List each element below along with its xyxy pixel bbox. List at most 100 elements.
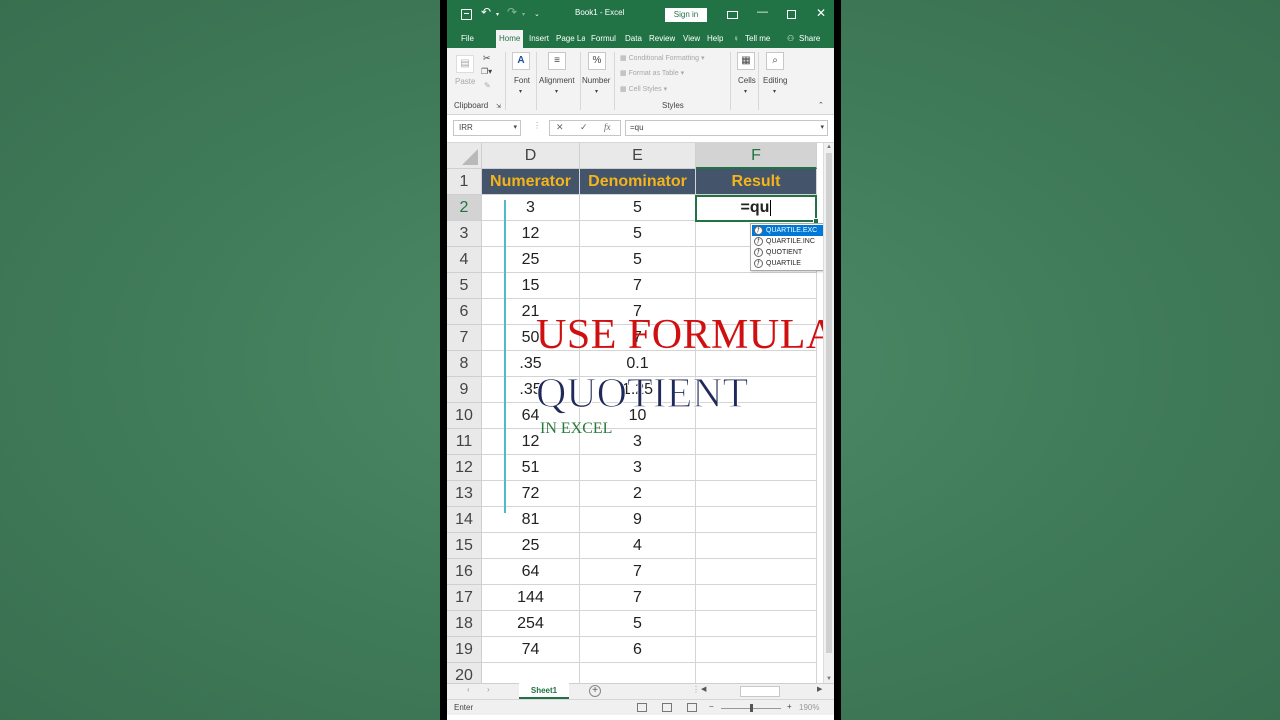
conditional-formatting-button[interactable]: ▦ Conditional Formatting ▾ bbox=[620, 54, 704, 62]
tab-help[interactable]: Help bbox=[707, 30, 723, 48]
cell-f16[interactable] bbox=[696, 559, 817, 585]
maximize-icon[interactable] bbox=[787, 10, 796, 19]
scroll-thumb[interactable] bbox=[826, 153, 832, 653]
row-header[interactable]: 3 bbox=[447, 221, 482, 247]
enter-check-icon[interactable]: ✓ bbox=[580, 122, 588, 133]
cell-f15[interactable] bbox=[696, 533, 817, 559]
cell-f18[interactable] bbox=[696, 611, 817, 637]
cells-dropdown-icon[interactable]: ▾ bbox=[744, 88, 747, 95]
zoom-out-icon[interactable]: − bbox=[709, 702, 714, 711]
row-header[interactable]: 5 bbox=[447, 273, 482, 299]
alignment-icon[interactable]: ≡ bbox=[548, 52, 566, 70]
row-header[interactable]: 6 bbox=[447, 299, 482, 325]
editing-button[interactable]: Editing bbox=[763, 76, 787, 85]
cell-e5[interactable]: 7 bbox=[580, 273, 696, 299]
cells-icon[interactable]: ▦ bbox=[737, 52, 755, 70]
row-header[interactable]: 19 bbox=[447, 637, 482, 663]
scroll-left-icon[interactable]: ◀ bbox=[701, 685, 706, 693]
zoom-slider-thumb[interactable] bbox=[750, 704, 753, 712]
scroll-up-icon[interactable]: ▲ bbox=[826, 144, 832, 150]
font-dropdown-icon[interactable]: ▾ bbox=[519, 88, 522, 95]
save-icon[interactable] bbox=[461, 9, 472, 20]
person-icon[interactable]: ⚇ bbox=[787, 30, 794, 48]
cell-e2[interactable]: 5 bbox=[580, 195, 696, 221]
column-header-d[interactable]: D bbox=[482, 143, 580, 169]
cell-f1[interactable]: Result bbox=[696, 169, 817, 195]
cell-d5[interactable]: 15 bbox=[482, 273, 580, 299]
tab-review[interactable]: Review bbox=[649, 30, 675, 48]
cut-icon[interactable]: ✂ bbox=[483, 53, 491, 64]
alignment-dropdown-icon[interactable]: ▾ bbox=[555, 88, 558, 95]
autocomplete-item[interactable]: ƒ QUARTILE bbox=[752, 258, 826, 269]
row-header[interactable]: 8 bbox=[447, 351, 482, 377]
alignment-button[interactable]: Alignment bbox=[539, 76, 575, 85]
row-header[interactable]: 16 bbox=[447, 559, 482, 585]
cell-e4[interactable]: 5 bbox=[580, 247, 696, 273]
row-header[interactable]: 1 bbox=[447, 169, 482, 195]
cell-e18[interactable]: 5 bbox=[580, 611, 696, 637]
font-button[interactable]: Font bbox=[514, 76, 530, 85]
tell-me-search[interactable]: Tell me bbox=[745, 30, 770, 48]
cell-f17[interactable] bbox=[696, 585, 817, 611]
undo-dropdown-icon[interactable]: ▾ bbox=[496, 11, 499, 18]
redo-dropdown-icon[interactable]: ▾ bbox=[522, 11, 525, 18]
cell-d15[interactable]: 25 bbox=[482, 533, 580, 559]
collapse-ribbon-icon[interactable]: ⌃ bbox=[818, 101, 824, 109]
row-header[interactable]: 13 bbox=[447, 481, 482, 507]
cell-d13[interactable]: 72 bbox=[482, 481, 580, 507]
font-icon[interactable]: A bbox=[512, 52, 530, 70]
format-as-table-button[interactable]: ▦ Format as Table ▾ bbox=[620, 69, 684, 77]
tab-view[interactable]: View bbox=[683, 30, 700, 48]
tab-file[interactable]: File bbox=[461, 30, 474, 48]
cell-f11[interactable] bbox=[696, 429, 817, 455]
cancel-icon[interactable]: ✕ bbox=[556, 122, 564, 133]
undo-icon[interactable]: ↶ bbox=[481, 5, 491, 19]
active-cell-f2[interactable] bbox=[695, 195, 819, 224]
cell-e1[interactable]: Denominator bbox=[580, 169, 696, 195]
cell-f14[interactable] bbox=[696, 507, 817, 533]
row-header[interactable]: 14 bbox=[447, 507, 482, 533]
format-painter-icon[interactable]: ✎ bbox=[484, 81, 491, 90]
share-button[interactable]: Share bbox=[799, 30, 820, 48]
cell-e14[interactable]: 9 bbox=[580, 507, 696, 533]
customize-qat-icon[interactable]: ⌄ bbox=[534, 10, 540, 18]
number-button[interactable]: Number bbox=[582, 76, 610, 85]
name-box[interactable]: IRR ▾ bbox=[453, 120, 521, 136]
formula-input[interactable]: =qu ▾ bbox=[625, 120, 828, 136]
cell-f12[interactable] bbox=[696, 455, 817, 481]
insert-function-icon[interactable]: fx bbox=[604, 122, 611, 132]
page-layout-view-icon[interactable] bbox=[662, 703, 672, 712]
row-header[interactable]: 7 bbox=[447, 325, 482, 351]
cell-d1[interactable]: Numerator bbox=[482, 169, 580, 195]
tab-insert[interactable]: Insert bbox=[529, 30, 549, 48]
copy-icon[interactable]: ❐▾ bbox=[481, 67, 492, 76]
sign-in-button[interactable]: Sign in bbox=[665, 8, 707, 22]
cell-f5[interactable] bbox=[696, 273, 817, 299]
tab-page-layout[interactable]: Page La bbox=[556, 30, 585, 48]
row-header[interactable]: 9 bbox=[447, 377, 482, 403]
zoom-in-icon[interactable]: + bbox=[787, 702, 792, 711]
page-break-view-icon[interactable] bbox=[687, 703, 697, 712]
vertical-scrollbar[interactable]: ▲ ▼ bbox=[823, 143, 834, 683]
close-icon[interactable]: ✕ bbox=[816, 6, 826, 20]
editing-search-icon[interactable]: ⌕ bbox=[766, 52, 784, 70]
cell-d18[interactable]: 254 bbox=[482, 611, 580, 637]
cell-f13[interactable] bbox=[696, 481, 817, 507]
autocomplete-item[interactable]: ƒ QUOTIENT bbox=[752, 247, 826, 258]
cell-e12[interactable]: 3 bbox=[580, 455, 696, 481]
cell-d3[interactable]: 12 bbox=[482, 221, 580, 247]
editing-dropdown-icon[interactable]: ▾ bbox=[773, 88, 776, 95]
tab-home[interactable]: Home bbox=[496, 30, 524, 48]
expand-formula-bar-icon[interactable]: ▾ bbox=[820, 121, 824, 135]
row-header[interactable]: 4 bbox=[447, 247, 482, 273]
cell-d19[interactable]: 74 bbox=[482, 637, 580, 663]
tab-data[interactable]: Data bbox=[625, 30, 642, 48]
cell-e15[interactable]: 4 bbox=[580, 533, 696, 559]
next-sheet-icon[interactable]: › bbox=[487, 685, 490, 694]
redo-icon[interactable]: ↷ bbox=[507, 5, 517, 19]
zoom-level[interactable]: 190% bbox=[799, 703, 819, 712]
cell-f19[interactable] bbox=[696, 637, 817, 663]
lightbulb-icon[interactable]: ♀ bbox=[733, 30, 739, 48]
cell-d12[interactable]: 51 bbox=[482, 455, 580, 481]
select-all-corner[interactable] bbox=[447, 143, 482, 169]
